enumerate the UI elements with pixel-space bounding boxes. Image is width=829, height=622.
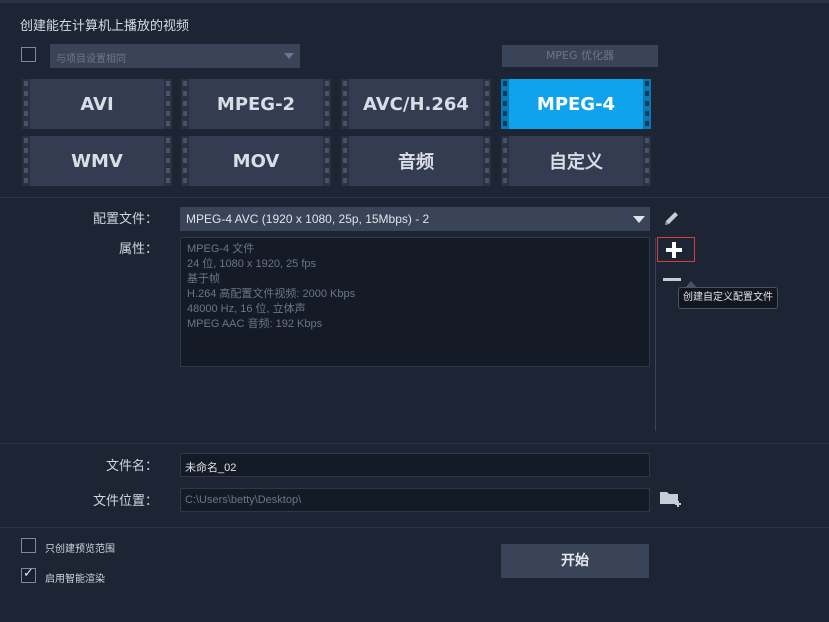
profile-dropdown[interactable]: MPEG-4 AVC (1920 x 1080, 25p, 15Mbps) - … — [180, 207, 650, 231]
remove-profile-button[interactable] — [663, 278, 681, 281]
format-tile-audio[interactable]: 音频 — [341, 136, 491, 186]
preset-dropdown[interactable]: 与项目设置相同 — [50, 44, 300, 68]
preview-range-label: 只创建预览范围 — [45, 544, 115, 555]
property-line: 48000 Hz, 16 位, 立体声 — [187, 303, 306, 315]
same-as-project-checkbox[interactable] — [21, 47, 36, 62]
start-button[interactable]: 开始 — [501, 544, 649, 578]
format-tile-avc[interactable]: AVC/H.264 — [341, 79, 491, 129]
smart-render-label: 启用智能渲染 — [45, 574, 105, 585]
mpeg-optimizer-button[interactable]: MPEG 优化器 — [502, 45, 658, 67]
page-title: 创建能在计算机上播放的视频 — [20, 19, 190, 34]
format-tile-mpeg2[interactable]: MPEG-2 — [181, 79, 331, 129]
chevron-down-icon — [284, 53, 294, 59]
add-profile-button[interactable] — [657, 237, 695, 262]
section-divider — [0, 443, 829, 444]
pencil-icon[interactable] — [662, 210, 682, 228]
preview-range-checkbox[interactable] — [21, 538, 36, 553]
location-input[interactable]: C:\Users\betty\Desktop\ — [180, 488, 650, 512]
profile-dropdown-value: MPEG-4 AVC (1920 x 1080, 25p, 15Mbps) - … — [186, 212, 430, 226]
location-label: 文件位置： — [92, 494, 158, 509]
property-line: 24 位, 1080 x 1920, 25 fps — [187, 258, 317, 270]
filename-input[interactable]: 未命名_02 — [180, 453, 650, 477]
profile-label: 配置文件： — [92, 212, 158, 227]
property-line: H.264 高配置文件视频: 2000 Kbps — [187, 288, 356, 300]
format-tile-mpeg4[interactable]: MPEG-4 — [501, 79, 651, 129]
property-line: MPEG AAC 音频: 192 Kbps — [187, 318, 323, 330]
tooltip: 创建自定义配置文件 — [678, 281, 778, 309]
format-tile-mov[interactable]: MOV — [181, 136, 331, 186]
top-border — [0, 0, 829, 3]
properties-box: MPEG-4 文件 24 位, 1080 x 1920, 25 fps 基于帧 … — [180, 237, 650, 367]
smart-render-checkbox[interactable] — [21, 566, 36, 583]
property-line: MPEG-4 文件 — [187, 243, 255, 255]
format-tile-wmv[interactable]: WMV — [22, 136, 172, 186]
properties-label: 属性： — [118, 242, 158, 257]
side-toolbar-divider — [655, 238, 656, 431]
filename-label: 文件名： — [105, 459, 158, 474]
format-tile-custom[interactable]: 自定义 — [501, 136, 651, 186]
section-divider — [0, 197, 829, 198]
preset-dropdown-value: 与项目设置相同 — [56, 54, 126, 65]
format-tile-avi[interactable]: AVI — [22, 79, 172, 129]
section-divider — [0, 527, 829, 528]
plus-icon — [666, 242, 682, 258]
chevron-down-icon — [633, 216, 645, 223]
browse-folder-icon[interactable] — [659, 489, 683, 509]
property-line: 基于帧 — [187, 273, 220, 285]
